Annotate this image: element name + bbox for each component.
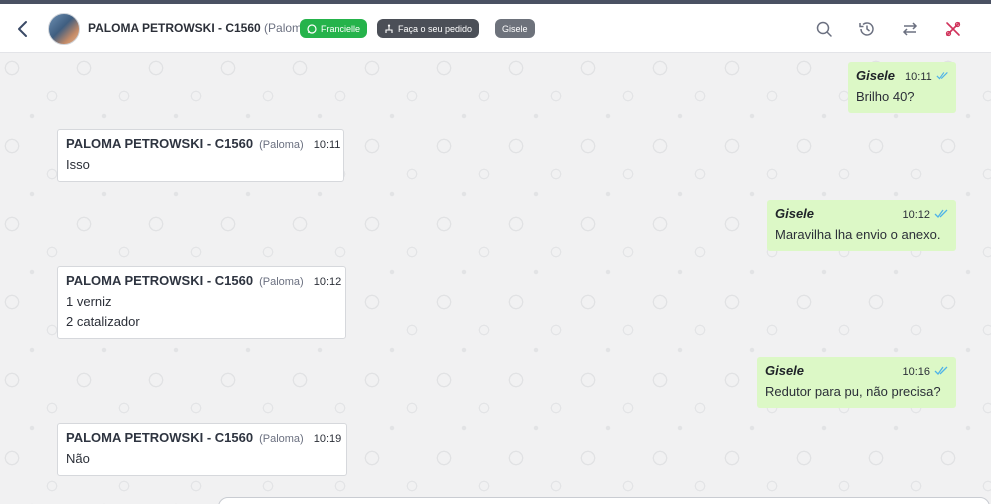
search-icon[interactable]	[814, 19, 834, 39]
message-time: 10:11	[313, 139, 341, 151]
read-ticks-icon	[936, 72, 948, 80]
message-time: 10:12	[313, 276, 342, 288]
chat-header: PALOMA PETROWSKI - C1560 (Paloma) Franci…	[0, 4, 991, 53]
read-ticks-icon	[934, 366, 948, 375]
message-text: Maravilha lha envio o anexo.	[775, 227, 941, 242]
tag-label: Gisele	[502, 23, 528, 34]
close-ticket-icon[interactable]	[943, 19, 963, 39]
message-time: 10:16	[902, 366, 930, 378]
message-text: Não	[66, 451, 90, 466]
message-sender: Gisele	[775, 206, 815, 221]
tag-francielle[interactable]: Francielle	[300, 19, 368, 38]
message-sender: Gisele	[856, 68, 896, 83]
message-sender-nick: (Paloma)	[259, 139, 304, 151]
incoming-message[interactable]: PALOMA PETROWSKI - C1560 (Paloma) 10:19 …	[57, 423, 347, 476]
message-sender-nick: (Paloma)	[259, 433, 304, 445]
message-sender: Gisele	[765, 363, 805, 378]
tag-label: Francielle	[321, 23, 361, 34]
outgoing-message[interactable]: Gisele 10:16 Redutor para pu, não precis…	[757, 357, 956, 408]
message-time: 10:19	[313, 433, 342, 445]
message-text: 1 verniz	[66, 294, 112, 309]
incoming-message[interactable]: PALOMA PETROWSKI - C1560 (Paloma) 10:12 …	[57, 266, 346, 339]
tag-label: Faça o seu pedido	[398, 23, 473, 34]
tag-gisele[interactable]: Gisele	[495, 19, 535, 38]
outgoing-message[interactable]: Gisele 10:12 Maravilha lha envio o anexo…	[767, 200, 956, 251]
read-ticks-icon	[934, 209, 948, 218]
history-icon[interactable]	[857, 19, 877, 39]
incoming-message[interactable]: PALOMA PETROWSKI - C1560 (Paloma) 10:11 …	[57, 129, 344, 182]
message-list[interactable]: Gisele 10:11 Brilho 40? PALOMA PETROWSKI…	[0, 54, 991, 504]
message-text: 2 catalizador	[66, 314, 140, 329]
message-sender-nick: (Paloma)	[259, 276, 304, 288]
message-text: Brilho 40?	[856, 89, 915, 104]
back-chevron-icon[interactable]	[14, 18, 32, 40]
whatsapp-icon	[307, 23, 317, 34]
message-text: Redutor para pu, não precisa?	[765, 384, 941, 399]
tag-faca-seu-pedido[interactable]: Faça o seu pedido	[377, 19, 480, 38]
contact-name: PALOMA PETROWSKI - C1560	[88, 21, 261, 35]
flow-icon	[385, 24, 393, 33]
message-sender: PALOMA PETROWSKI - C1560	[66, 136, 254, 151]
message-time: 10:11	[905, 71, 932, 83]
contact-title[interactable]: PALOMA PETROWSKI - C1560 (Paloma)	[88, 21, 313, 35]
message-input[interactable]	[218, 497, 990, 504]
message-text: Isso	[66, 157, 90, 172]
message-time: 10:12	[902, 209, 930, 221]
avatar[interactable]	[48, 13, 80, 45]
message-sender: PALOMA PETROWSKI - C1560	[66, 273, 254, 288]
outgoing-message[interactable]: Gisele 10:11 Brilho 40?	[848, 62, 956, 113]
message-sender: PALOMA PETROWSKI - C1560	[66, 430, 254, 445]
transfer-icon[interactable]	[900, 19, 920, 39]
